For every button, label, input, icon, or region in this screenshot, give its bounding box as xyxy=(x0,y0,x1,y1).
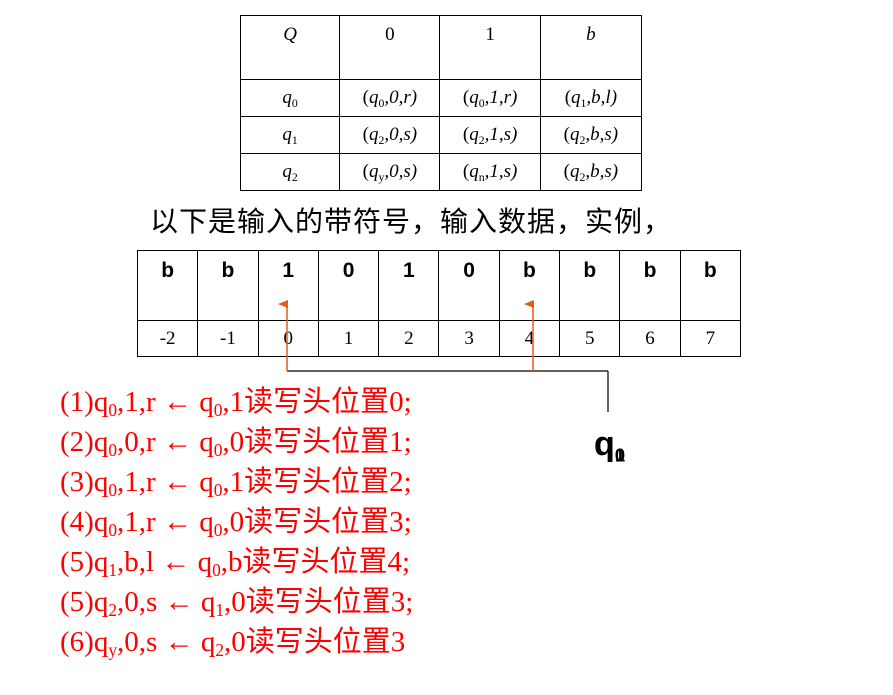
step-line: (6)qy,0,s ← q2,0读写头位置3 xyxy=(60,626,406,661)
head-state-q1: q1 xyxy=(594,425,626,466)
step-line: (5)q1,b,l ← q0,b读写头位置4; xyxy=(60,546,411,581)
step-line: (4)q0,1,r ← q0,0读写头位置3; xyxy=(60,506,412,541)
step-line: (2)q0,0,r ← q0,0读写头位置1; xyxy=(60,426,412,461)
step-line: (3)q0,1,r ← q0,1读写头位置2; xyxy=(60,466,412,501)
execution-steps: (1)q0,1,r ← q0,1读写头位置0; (2)q0,0,r ← q0,0… xyxy=(60,382,413,662)
step-line: (5)q2,0,s ← q1,0读写头位置3; xyxy=(60,586,414,621)
step-line: (1)q0,1,r ← q0,1读写头位置0; xyxy=(60,386,412,421)
